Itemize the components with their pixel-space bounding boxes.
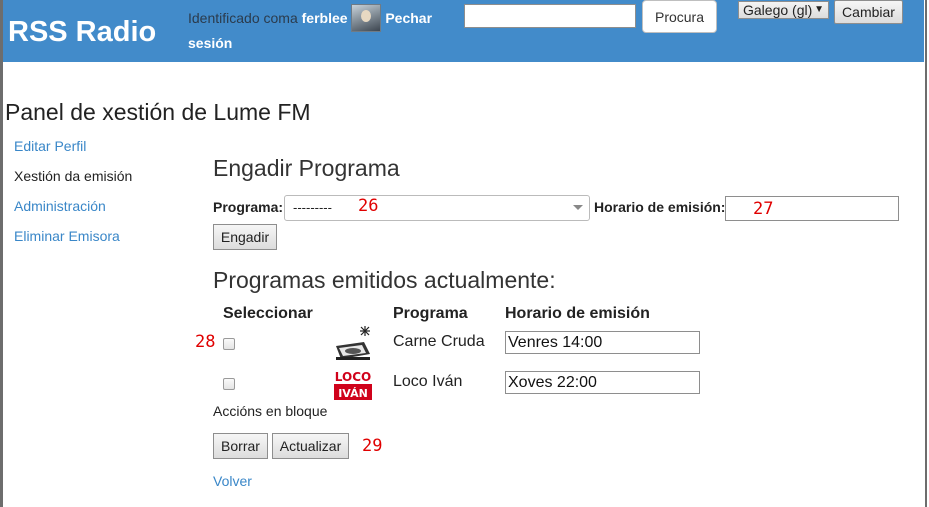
back-link[interactable]: Volver [213, 473, 252, 489]
window-border-left [0, 0, 3, 507]
login-prefix: Identificado coma [188, 10, 298, 26]
add-program-button[interactable]: Engadir [213, 224, 277, 250]
annotation-marker: 26 [358, 196, 379, 216]
column-header-schedule: Horario de emisión [505, 305, 650, 322]
program-select-value: --------- [293, 200, 332, 215]
login-info: Identificado coma ferblee Pechar sesión [188, 4, 448, 55]
bulk-actions-label: Accións en bloque [213, 403, 328, 419]
brand-title[interactable]: RSS Radio [8, 16, 156, 49]
program-name: Carne Cruda [393, 333, 485, 350]
svg-text:IVÁN: IVÁN [338, 387, 368, 400]
sidebar-item-delete-station[interactable]: Eliminar Emisora [14, 228, 120, 244]
avatar [351, 4, 382, 32]
row-checkbox[interactable] [223, 378, 235, 390]
search-button[interactable]: Procura [642, 0, 717, 33]
annotation-marker: 28 [195, 332, 216, 352]
change-language-button[interactable]: Cambiar [834, 0, 903, 24]
annotation-marker: 27 [753, 199, 774, 219]
window-border-right [925, 0, 927, 507]
program-name: Loco Iván [393, 373, 463, 390]
sidebar-item-edit-profile[interactable]: Editar Perfil [14, 138, 86, 154]
schedule-field[interactable] [505, 331, 700, 354]
current-programs-heading: Programas emitidos actualmente: [213, 267, 556, 293]
add-program-heading: Engadir Programa [213, 155, 400, 181]
sidebar-nav: Editar Perfil Xestión da emisión Adminis… [14, 138, 132, 258]
chevron-down-icon: ▼ [814, 4, 824, 15]
language-select-value: Galego (gl) [743, 2, 813, 18]
schedule-field[interactable] [505, 371, 700, 394]
sidebar-item-broadcast-management[interactable]: Xestión da emisión [14, 168, 132, 184]
program-label: Programa: [213, 199, 284, 215]
search-input[interactable] [464, 4, 636, 28]
schedule-label: Horario de emisión: [594, 199, 726, 215]
schedule-input[interactable] [725, 196, 899, 221]
chevron-down-icon [573, 205, 583, 210]
svg-text:LOCO: LOCO [335, 370, 371, 384]
page-title: Panel de xestión de Lume FM [5, 99, 311, 125]
update-button[interactable]: Actualizar [272, 433, 349, 459]
column-header-select: Seleccionar [223, 305, 313, 322]
sidebar-item-administration[interactable]: Administración [14, 198, 106, 214]
loco-ivan-logo: LOCO IVÁN [333, 365, 373, 403]
row-checkbox[interactable] [223, 338, 235, 350]
username-link[interactable]: ferblee [302, 10, 348, 26]
language-select[interactable]: Galego (gl) ▼ [738, 1, 829, 19]
annotation-marker: 29 [362, 436, 383, 456]
column-header-program: Programa [393, 305, 468, 322]
carne-cruda-logo [336, 326, 370, 360]
program-select[interactable]: --------- [284, 195, 590, 221]
delete-button[interactable]: Borrar [213, 433, 268, 459]
